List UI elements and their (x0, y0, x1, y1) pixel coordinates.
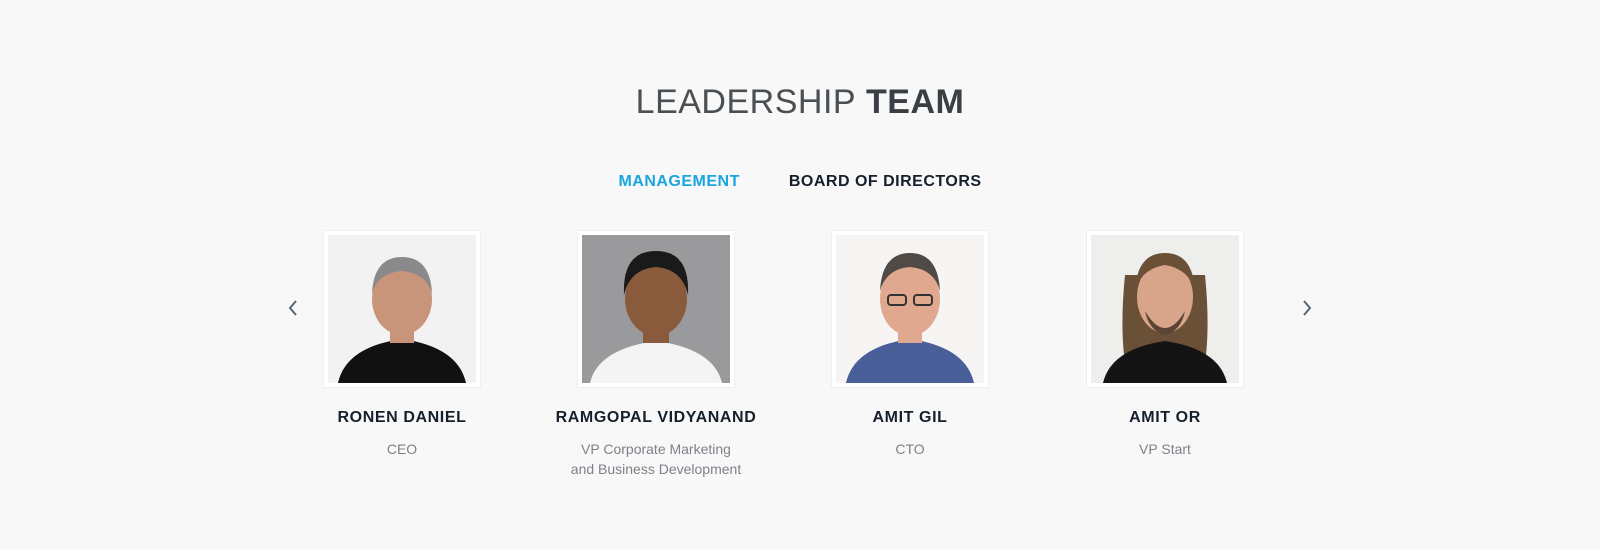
member-role: VP Start (1139, 441, 1191, 457)
chevron-right-icon (1303, 300, 1312, 316)
member-photo (328, 235, 476, 383)
section-title-bold: TEAM (866, 83, 965, 121)
member-photo-frame (1087, 231, 1243, 387)
member-photo-frame (324, 231, 480, 387)
member-name: RONEN DANIEL (337, 409, 467, 426)
team-member-card[interactable]: RAMGOPAL VIDYANAND VP Corporate Marketin… (526, 231, 786, 479)
member-role: VP Corporate Marketing and Business Deve… (570, 441, 742, 477)
section-title: LEADERSHIP TEAM (0, 80, 1600, 124)
member-name: AMIT GIL (872, 409, 948, 426)
member-name: RAMGOPAL VIDYANAND (555, 409, 757, 426)
member-role: CTO (895, 441, 925, 457)
member-photo (1091, 235, 1239, 383)
member-photo (582, 235, 730, 383)
carousel-next-button[interactable] (1296, 296, 1318, 320)
tab-board-of-directors[interactable]: BOARD OF DIRECTORS (789, 171, 982, 193)
member-photo-frame (578, 231, 734, 387)
member-role: CEO (386, 441, 418, 457)
team-member-card[interactable]: AMIT GIL CTO (780, 231, 1040, 459)
section-title-light: LEADERSHIP (635, 83, 857, 121)
team-member-card[interactable]: AMIT OR VP Start (1035, 231, 1295, 459)
team-member-card[interactable]: RONEN DANIEL CEO (272, 231, 532, 459)
tab-management[interactable]: MANAGEMENT (618, 171, 739, 193)
member-photo (836, 235, 984, 383)
team-tabs: MANAGEMENT BOARD OF DIRECTORS (0, 171, 1600, 193)
member-name: AMIT OR (1129, 409, 1201, 426)
member-photo-frame (832, 231, 988, 387)
